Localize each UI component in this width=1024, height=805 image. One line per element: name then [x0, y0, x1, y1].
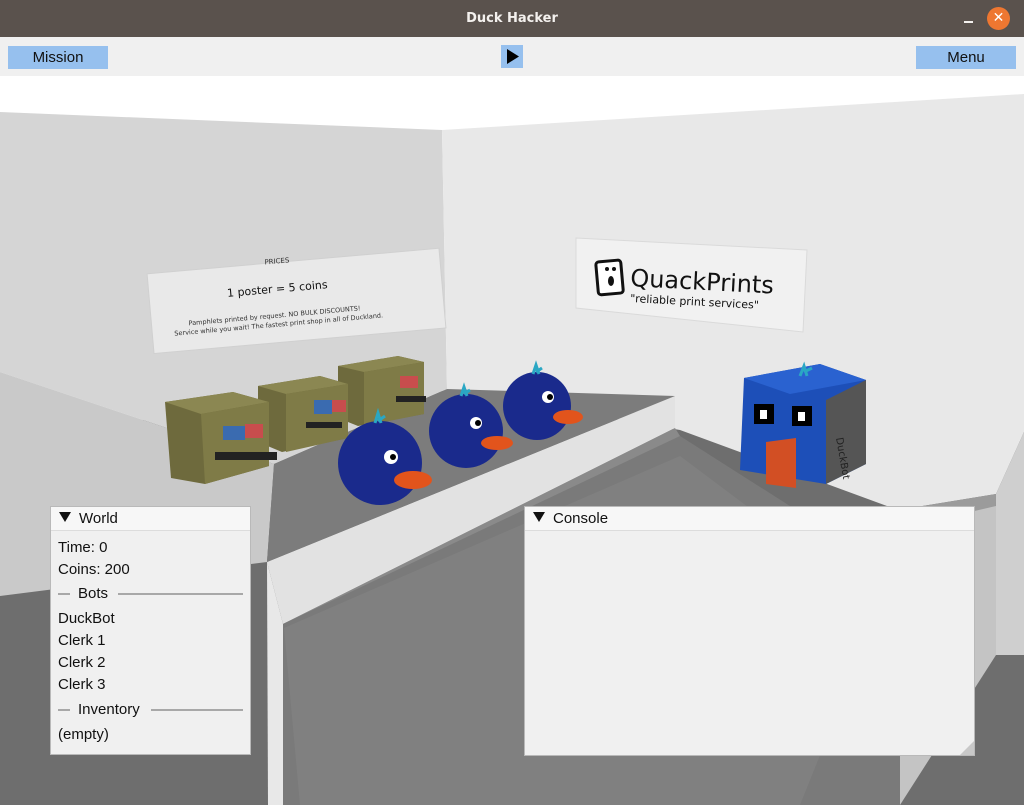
- minimize-icon[interactable]: [961, 10, 977, 26]
- world-panel-title: World: [79, 510, 118, 527]
- bot-item[interactable]: Clerk 3: [58, 675, 106, 695]
- bot-item[interactable]: Clerk 1: [58, 631, 106, 651]
- printer: [338, 356, 426, 426]
- bot-item[interactable]: Clerk 2: [58, 653, 106, 673]
- world-panel: World Time: 0 Coins: 200 Bots DuckBot Cl…: [50, 506, 251, 755]
- collapse-triangle-icon: [533, 512, 545, 523]
- printer: [258, 376, 348, 452]
- console-panel: Console: [524, 506, 975, 756]
- inventory-value: (empty): [58, 726, 109, 743]
- collapse-triangle-icon: [59, 512, 71, 523]
- mission-button[interactable]: Mission: [8, 46, 108, 69]
- play-icon: [507, 49, 519, 64]
- menu-button[interactable]: Menu: [916, 46, 1016, 69]
- resize-grip-icon[interactable]: [960, 741, 974, 755]
- play-button[interactable]: [501, 45, 523, 68]
- console-panel-header[interactable]: Console: [525, 507, 974, 531]
- inventory-header: Inventory: [78, 701, 140, 718]
- bots-header: Bots: [78, 585, 109, 602]
- close-icon[interactable]: ✕: [987, 7, 1010, 30]
- bots-separator: Bots: [58, 584, 243, 604]
- world-panel-header[interactable]: World: [51, 507, 250, 531]
- duckbot: DuckBot: [740, 361, 866, 488]
- console-panel-title: Console: [553, 510, 609, 527]
- window-title: Duck Hacker: [466, 11, 558, 26]
- inventory-separator: Inventory: [58, 700, 243, 720]
- window-titlebar: Duck Hacker ✕: [0, 0, 1024, 37]
- world-coins: Coins: 200: [58, 561, 130, 578]
- bot-item[interactable]: DuckBot: [58, 609, 115, 629]
- world-time: Time: 0: [58, 539, 108, 556]
